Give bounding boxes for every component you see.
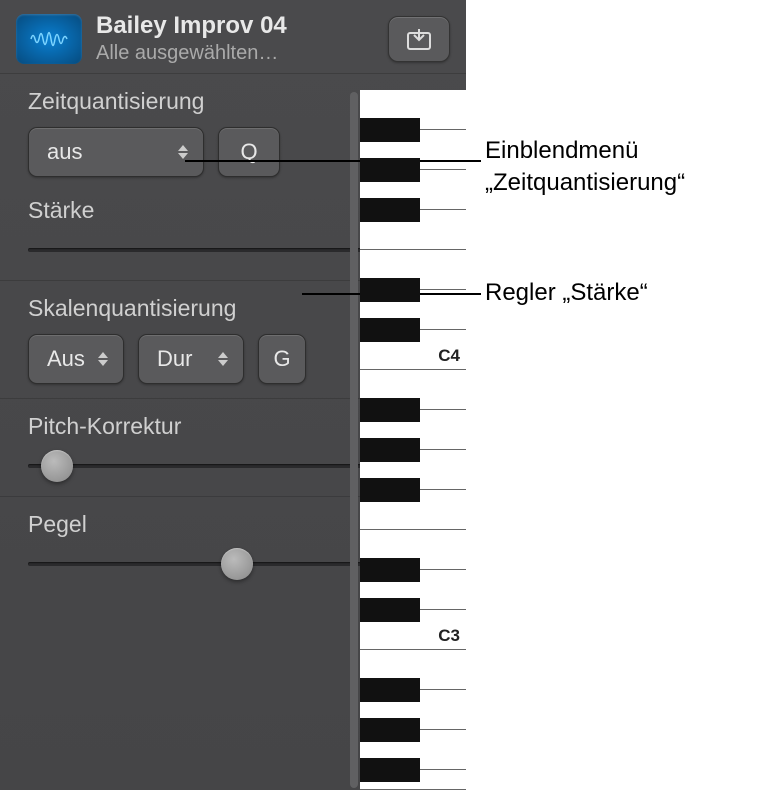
inspector-panel: Bailey Improv 04 Alle ausgewählten… Zeit…: [0, 0, 466, 790]
updown-arrow-icon: [215, 352, 231, 366]
scale-onoff-popup[interactable]: Aus: [28, 334, 124, 384]
black-key[interactable]: [360, 558, 420, 582]
black-key[interactable]: [360, 318, 420, 342]
black-key[interactable]: [360, 118, 420, 142]
key-label-c4: C4: [438, 346, 460, 366]
scale-g-button[interactable]: G: [258, 334, 306, 384]
key-label-c3: C3: [438, 626, 460, 646]
black-key[interactable]: [360, 278, 420, 302]
audio-track-icon[interactable]: [16, 14, 82, 64]
black-key[interactable]: [360, 758, 420, 782]
slider-thumb[interactable]: [221, 548, 253, 580]
black-key[interactable]: [360, 718, 420, 742]
updown-arrow-icon: [95, 352, 111, 366]
callout-strength-slider: Regler „Stärke“: [485, 277, 648, 309]
scale-onoff-value: Aus: [47, 346, 95, 372]
catch-button[interactable]: [388, 16, 450, 62]
piano-keyboard[interactable]: C4 C3: [360, 90, 466, 790]
black-key[interactable]: [360, 158, 420, 182]
black-key[interactable]: [360, 478, 420, 502]
time-quantize-value: aus: [47, 139, 175, 165]
slider-thumb[interactable]: [41, 450, 73, 482]
vertical-scrollbar[interactable]: [350, 92, 358, 788]
scale-type-popup[interactable]: Dur: [138, 334, 244, 384]
updown-arrow-icon: [175, 145, 191, 159]
header: Bailey Improv 04 Alle ausgewählten…: [0, 0, 466, 73]
black-key[interactable]: [360, 198, 420, 222]
time-quantize-popup[interactable]: aus: [28, 127, 204, 177]
header-text: Bailey Improv 04 Alle ausgewählten…: [96, 12, 374, 65]
callout-line: [185, 160, 481, 162]
strength-label: Stärke: [28, 197, 94, 224]
callout-time-quantize-menu: Einblendmenü „Zeitquantisierung“: [485, 135, 766, 200]
pegel-label: Pegel: [28, 511, 87, 538]
black-key[interactable]: [360, 678, 420, 702]
quantize-button[interactable]: Q: [218, 127, 280, 177]
black-key[interactable]: [360, 598, 420, 622]
region-subtitle: Alle ausgewählten…: [96, 42, 374, 65]
pitch-label: Pitch-Korrektur: [28, 413, 181, 440]
black-key[interactable]: [360, 398, 420, 422]
scale-type-value: Dur: [157, 346, 215, 372]
black-key[interactable]: [360, 438, 420, 462]
region-title: Bailey Improv 04: [96, 12, 374, 40]
